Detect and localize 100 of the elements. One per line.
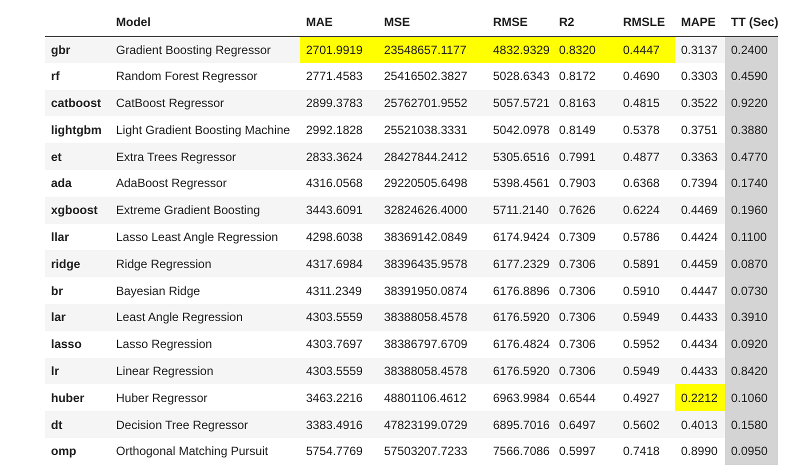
- table-cell: 0.6544: [553, 384, 617, 412]
- table-cell: 0.7306: [553, 358, 617, 384]
- table-cell: Least Angle Regression: [110, 304, 300, 331]
- row-label: br: [45, 277, 110, 304]
- column-header: RMSLE: [623, 15, 665, 30]
- table-cell: 0.7903: [553, 170, 617, 197]
- row-label: ridge: [45, 250, 110, 278]
- column-header: R2: [559, 15, 574, 30]
- row-label: lar: [45, 304, 110, 331]
- table-cell: 57503207.7233: [378, 438, 487, 465]
- table-cell: 0.4590: [725, 62, 778, 90]
- column-header: MAPE: [681, 15, 716, 30]
- table-cell: 0.0950: [725, 438, 778, 465]
- table-cell: 0.1580: [725, 411, 778, 438]
- table-cell: 0.5891: [617, 250, 675, 278]
- table-cell: 0.3303: [675, 62, 725, 90]
- row-label: catboost: [45, 90, 110, 116]
- table-cell: 0.4770: [725, 143, 778, 170]
- table-cell: 6176.5920: [487, 358, 553, 384]
- table-cell: 2992.1828: [300, 116, 378, 144]
- table-cell: 5754.7769: [300, 438, 378, 465]
- row-label: xgboost: [45, 196, 110, 224]
- table-cell: 6963.9984: [487, 384, 553, 412]
- table-cell: 0.4459: [675, 250, 725, 278]
- table-cell: 4832.9329: [487, 36, 553, 63]
- table-cell: 0.4815: [617, 90, 675, 116]
- table-cell: 23548657.1177: [378, 36, 487, 63]
- table-cell: 0.4927: [617, 384, 675, 412]
- table-cell: 2899.3783: [300, 90, 378, 116]
- table-cell: 7566.7086: [487, 438, 553, 465]
- table-cell: 0.7418: [617, 438, 675, 465]
- table-cell: 0.7306: [553, 330, 617, 358]
- row-label: omp: [45, 438, 110, 465]
- table-cell: 0.1060: [725, 384, 778, 412]
- table-cell: 4303.5559: [300, 304, 378, 331]
- table-cell: 0.7991: [553, 143, 617, 170]
- table-cell: 0.5997: [553, 438, 617, 465]
- table-cell: 0.5910: [617, 277, 675, 304]
- table-cell: Gradient Boosting Regressor: [110, 36, 300, 63]
- table-cell: 0.4690: [617, 62, 675, 90]
- table-cell: 0.0870: [725, 250, 778, 278]
- table-cell: 0.1100: [725, 224, 778, 250]
- table-cell: AdaBoost Regressor: [110, 170, 300, 197]
- row-label: huber: [45, 384, 110, 412]
- table-cell: Ridge Regression: [110, 250, 300, 278]
- table-cell: 3443.6091: [300, 196, 378, 224]
- table-cell: 6176.4824: [487, 330, 553, 358]
- table-cell: Huber Regressor: [110, 384, 300, 412]
- table-cell: 6174.9424: [487, 224, 553, 250]
- table-cell: 38396435.9578: [378, 250, 487, 278]
- row-label: rf: [45, 62, 110, 90]
- table-cell: 0.4013: [675, 411, 725, 438]
- table-cell: 0.4447: [675, 277, 725, 304]
- table-cell: 0.5602: [617, 411, 675, 438]
- table-cell: 0.4469: [675, 196, 725, 224]
- row-label: gbr: [45, 36, 110, 63]
- table-cell: 6177.2329: [487, 250, 553, 278]
- table-cell: 0.4447: [617, 36, 675, 63]
- table-cell: 0.3880: [725, 116, 778, 144]
- table-cell: 0.5949: [617, 304, 675, 331]
- table-cell: 4303.7697: [300, 330, 378, 358]
- table-cell: 0.7306: [553, 304, 617, 331]
- table-cell: 0.0730: [725, 277, 778, 304]
- table-cell: 0.1740: [725, 170, 778, 197]
- table-cell: 0.4877: [617, 143, 675, 170]
- table-cell: 28427844.2412: [378, 143, 487, 170]
- row-label: ada: [45, 170, 110, 197]
- table-cell: 0.4433: [675, 358, 725, 384]
- table-cell: 0.7306: [553, 250, 617, 278]
- table-cell: 0.8320: [553, 36, 617, 63]
- table-cell: CatBoost Regressor: [110, 90, 300, 116]
- column-header: MAE: [306, 15, 333, 30]
- table-cell: 5042.0978: [487, 116, 553, 144]
- table-cell: 0.4424: [675, 224, 725, 250]
- table-cell: 4303.5559: [300, 358, 378, 384]
- table-cell: 0.7309: [553, 224, 617, 250]
- table-cell: 0.3522: [675, 90, 725, 116]
- table-cell: 0.7306: [553, 277, 617, 304]
- table-cell: Orthogonal Matching Pursuit: [110, 438, 300, 465]
- table-cell: 0.5949: [617, 358, 675, 384]
- table-cell: 38391950.0874: [378, 277, 487, 304]
- table-cell: 0.2400: [725, 36, 778, 63]
- row-label: llar: [45, 224, 110, 250]
- table-cell: 38386797.6709: [378, 330, 487, 358]
- row-label: lr: [45, 358, 110, 384]
- table-cell: 0.8149: [553, 116, 617, 144]
- table-cell: 25416502.3827: [378, 62, 487, 90]
- table-cell: 47823199.0729: [378, 411, 487, 438]
- table-cell: 0.9220: [725, 90, 778, 116]
- column-header: Model: [116, 15, 151, 30]
- table-cell: Extreme Gradient Boosting: [110, 196, 300, 224]
- table-cell: 0.6368: [617, 170, 675, 197]
- table-cell: 4317.6984: [300, 250, 378, 278]
- table-cell: Lasso Regression: [110, 330, 300, 358]
- table-cell: 6895.7016: [487, 411, 553, 438]
- table-cell: Random Forest Regressor: [110, 62, 300, 90]
- table-cell: 0.8163: [553, 90, 617, 116]
- table-cell: 5305.6516: [487, 143, 553, 170]
- table-cell: 0.3751: [675, 116, 725, 144]
- table-cell: 0.5952: [617, 330, 675, 358]
